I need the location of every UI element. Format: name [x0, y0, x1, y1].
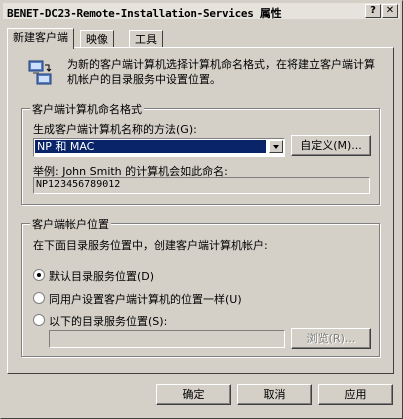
naming-group-label: 客户端计算机命名格式 [30, 101, 144, 117]
custom-button[interactable]: 自定义(M)... [291, 135, 371, 156]
account-instruction: 在下面目录服务位置中，创建客户端计算机帐户: [33, 239, 268, 252]
radio-default-location[interactable] [33, 269, 45, 281]
naming-method-value: NP 和 MAC [35, 140, 266, 153]
ok-button[interactable]: 确定 [156, 384, 231, 405]
tab-tools[interactable]: 工具 [129, 30, 163, 48]
radio-same-as-user-label[interactable]: 同用户设置客户端计算机的位置一样(U) [49, 291, 242, 307]
browse-button[interactable]: 浏览(R)... [291, 328, 371, 349]
title-bar[interactable]: BENET-DC23-Remote-Installation-Services … [3, 3, 400, 20]
computer-settings-icon [28, 60, 52, 85]
radio-following-location-label[interactable]: 以下的目录服务位置(S): [49, 313, 167, 329]
tab-images[interactable]: 映像 [80, 30, 114, 48]
radio-following-location[interactable] [33, 314, 45, 326]
directory-path-field[interactable] [49, 330, 285, 348]
tab-new-client[interactable]: 新建客户端 [7, 28, 74, 49]
help-button[interactable]: ? [365, 4, 381, 18]
window-title: BENET-DC23-Remote-Installation-Services … [7, 7, 282, 20]
radio-default-location-label[interactable]: 默认目录服务位置(D) [49, 268, 154, 284]
naming-method-select[interactable]: NP 和 MAC [33, 138, 285, 157]
method-label: 生成客户端计算机名称的方法(G): [33, 123, 197, 136]
description-text: 为新的客户端计算机选择计算机命名格式，在将建立客户端计算机帐户的目录服务中设置位… [67, 58, 375, 86]
cancel-button[interactable]: 取消 [237, 384, 312, 405]
properties-dialog: BENET-DC23-Remote-Installation-Services … [0, 0, 403, 419]
dropdown-arrow-icon[interactable] [269, 140, 283, 153]
example-value-field: NP123456789012 [33, 177, 370, 194]
close-button[interactable]: ✕ [382, 4, 398, 18]
account-group-label: 客户端帐户位置 [30, 216, 111, 232]
apply-button[interactable]: 应用 [318, 384, 393, 405]
radio-same-as-user[interactable] [33, 292, 45, 304]
